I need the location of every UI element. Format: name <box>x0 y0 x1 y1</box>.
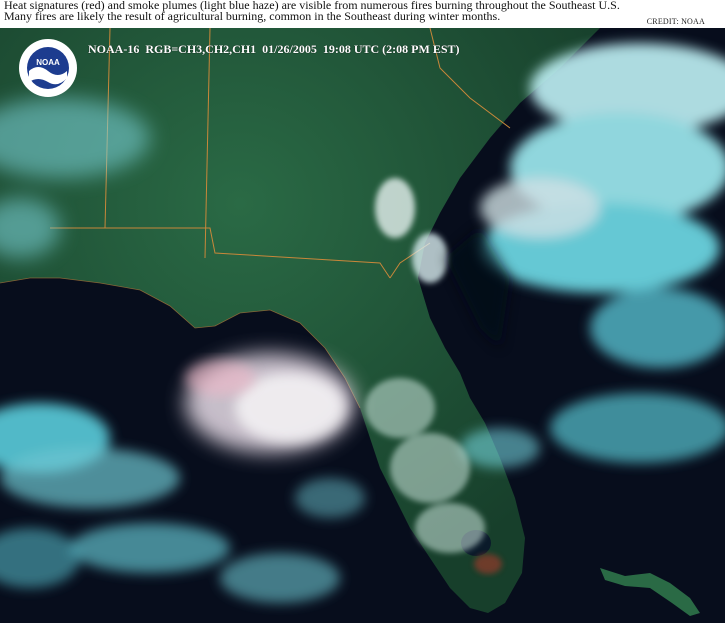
smoke-plume-pink <box>185 360 255 396</box>
satellite-scene <box>0 28 725 623</box>
fire-heat-signature <box>474 554 502 574</box>
caption: Heat signatures (red) and smoke plumes (… <box>4 0 644 22</box>
satellite-image: NOAA NOAA-16 RGB=CH3,CH2,CH1 01/26/2005 … <box>0 28 725 623</box>
caption-line-2: Many fires are likely the result of agri… <box>4 9 501 23</box>
logo-text: NOAA <box>36 58 60 67</box>
noaa-logo: NOAA <box>18 38 78 98</box>
logo-field <box>27 47 69 89</box>
image-header: NOAA-16 RGB=CH3,CH2,CH1 01/26/2005 19:08… <box>88 42 460 56</box>
credit-label: CREDIT: NOAA <box>646 17 705 26</box>
